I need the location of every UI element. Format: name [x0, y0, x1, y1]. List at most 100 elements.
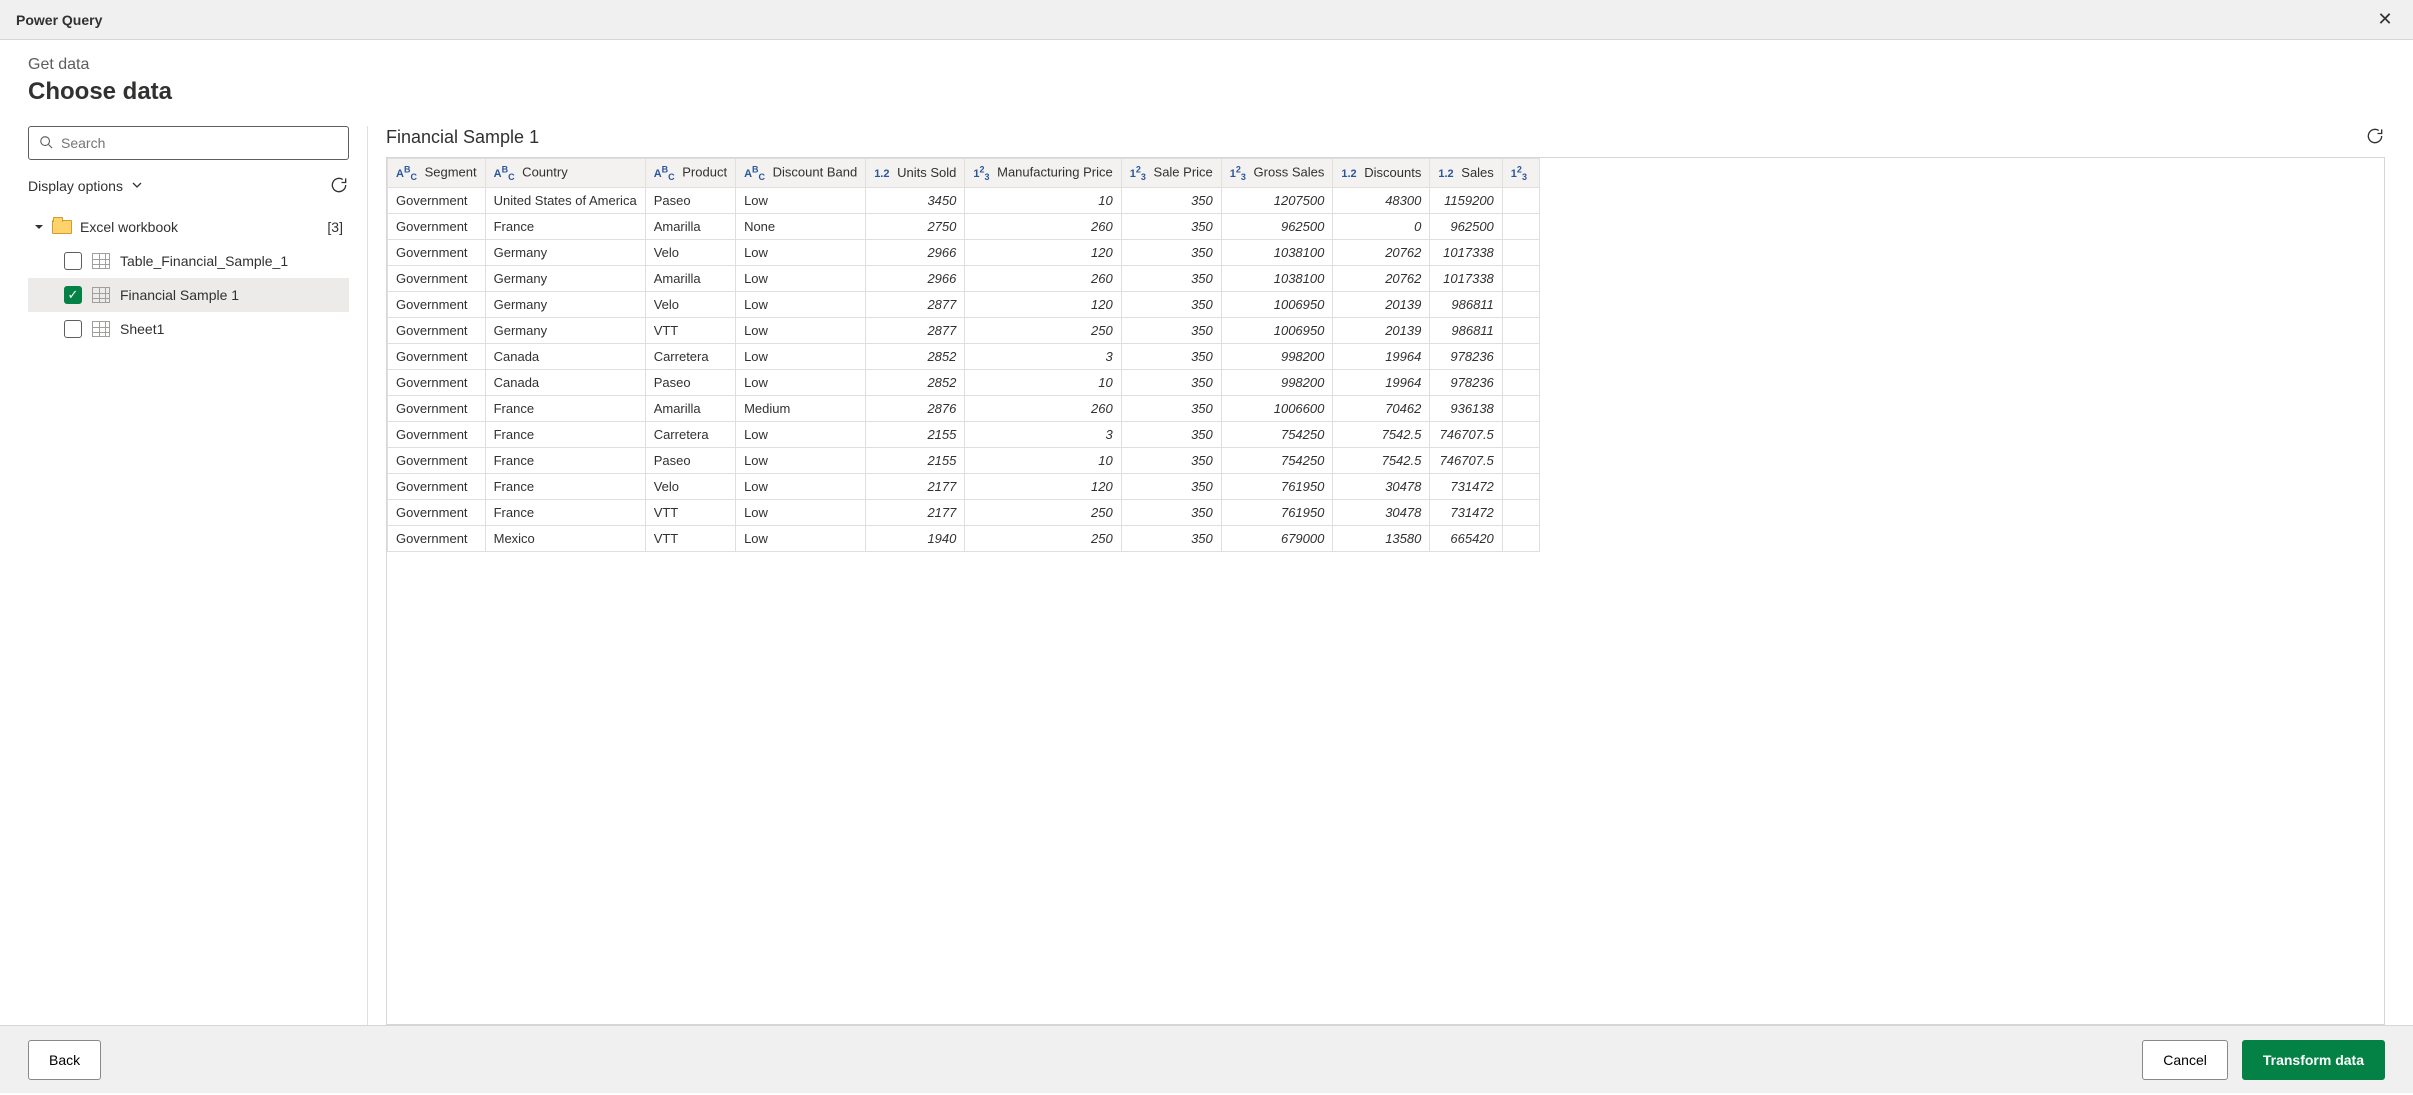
column-header[interactable]: 123 Sale Price	[1121, 159, 1221, 188]
table-cell: 1038100	[1221, 239, 1333, 265]
table-cell: 10	[965, 187, 1121, 213]
table-cell	[1502, 239, 1539, 265]
table-row[interactable]: GovernmentFranceVeloLow21771203507619503…	[388, 473, 1540, 499]
table-row[interactable]: GovernmentFranceVTTLow217725035076195030…	[388, 499, 1540, 525]
table-cell: 70462	[1333, 395, 1430, 421]
table-row[interactable]: GovernmentFranceAmarillaMedium2876260350…	[388, 395, 1540, 421]
caret-down-icon	[34, 219, 44, 235]
table-cell: 48300	[1333, 187, 1430, 213]
table-cell: Velo	[645, 473, 735, 499]
table-cell: Amarilla	[645, 213, 735, 239]
table-cell: 260	[965, 213, 1121, 239]
table-cell: Paseo	[645, 447, 735, 473]
table-cell: 20762	[1333, 265, 1430, 291]
tree-item[interactable]: Sheet1	[28, 312, 349, 346]
table-row[interactable]: GovernmentGermanyVeloLow2966120350103810…	[388, 239, 1540, 265]
preview-refresh-icon[interactable]	[2365, 126, 2385, 149]
back-button[interactable]: Back	[28, 1040, 101, 1080]
column-header[interactable]: 123 Gross Sales	[1221, 159, 1333, 188]
table-row[interactable]: GovernmentGermanyVeloLow2877120350100695…	[388, 291, 1540, 317]
table-cell: 120	[965, 473, 1121, 499]
table-cell: 2966	[866, 265, 965, 291]
table-cell: 350	[1121, 499, 1221, 525]
transform-data-button[interactable]: Transform data	[2242, 1040, 2385, 1080]
column-header[interactable]: 1.2 Sales	[1430, 159, 1502, 188]
table-cell: 1006600	[1221, 395, 1333, 421]
table-cell: 2852	[866, 343, 965, 369]
tree-item[interactable]: Table_Financial_Sample_1	[28, 244, 349, 278]
title-bar: Power Query ✕	[0, 0, 2413, 40]
table-cell: Carretera	[645, 421, 735, 447]
table-cell: 350	[1121, 421, 1221, 447]
data-preview-table-container[interactable]: ABC SegmentABC CountryABC ProductABC Dis…	[386, 157, 2385, 1025]
column-header[interactable]: 1.2 Units Sold	[866, 159, 965, 188]
tree-item[interactable]: ✓Financial Sample 1	[28, 278, 349, 312]
search-box[interactable]	[28, 126, 349, 160]
table-row[interactable]: GovernmentMexicoVTTLow194025035067900013…	[388, 525, 1540, 551]
checkbox[interactable]	[64, 252, 82, 270]
navigator-sidebar: Display options Excel w	[28, 126, 368, 1025]
table-cell: Government	[388, 187, 486, 213]
table-icon	[92, 287, 110, 303]
table-row[interactable]: GovernmentCanadaCarreteraLow285233509982…	[388, 343, 1540, 369]
table-cell: Germany	[485, 265, 645, 291]
table-cell: 250	[965, 525, 1121, 551]
table-cell: 120	[965, 291, 1121, 317]
table-cell: 679000	[1221, 525, 1333, 551]
table-row[interactable]: GovernmentFranceCarreteraLow215533507542…	[388, 421, 1540, 447]
table-row[interactable]: GovernmentGermanyAmarillaLow296626035010…	[388, 265, 1540, 291]
table-cell: 2155	[866, 421, 965, 447]
checkbox[interactable]	[64, 320, 82, 338]
table-cell: Amarilla	[645, 395, 735, 421]
table-row[interactable]: GovernmentGermanyVTTLow28772503501006950…	[388, 317, 1540, 343]
table-cell	[1502, 343, 1539, 369]
tree-folder-excel-workbook[interactable]: Excel workbook [3]	[28, 210, 349, 244]
table-cell: 1017338	[1430, 239, 1502, 265]
table-cell: 350	[1121, 473, 1221, 499]
table-cell: Low	[736, 317, 866, 343]
table-cell: Mexico	[485, 525, 645, 551]
table-icon	[92, 253, 110, 269]
table-row[interactable]: GovernmentUnited States of AmericaPaseoL…	[388, 187, 1540, 213]
table-cell: 350	[1121, 343, 1221, 369]
cancel-button[interactable]: Cancel	[2142, 1040, 2228, 1080]
close-icon[interactable]: ✕	[2373, 9, 2397, 30]
table-cell: 978236	[1430, 369, 1502, 395]
table-cell: 2877	[866, 291, 965, 317]
table-row[interactable]: GovernmentFrancePaseoLow2155103507542507…	[388, 447, 1540, 473]
table-cell: France	[485, 447, 645, 473]
column-header[interactable]: 123	[1502, 159, 1539, 188]
column-header[interactable]: ABC Segment	[388, 159, 486, 188]
table-cell: Germany	[485, 317, 645, 343]
checkbox[interactable]: ✓	[64, 286, 82, 304]
tree-folder-count: [3]	[327, 219, 349, 235]
column-header[interactable]: ABC Product	[645, 159, 735, 188]
folder-icon	[52, 220, 72, 234]
table-cell: Germany	[485, 291, 645, 317]
table-cell: 754250	[1221, 421, 1333, 447]
table-cell: 2852	[866, 369, 965, 395]
column-header[interactable]: 1.2 Discounts	[1333, 159, 1430, 188]
preview-pane: Financial Sample 1 ABC SegmentABC Countr…	[368, 126, 2385, 1025]
search-input[interactable]	[61, 135, 338, 151]
table-row[interactable]: GovernmentFranceAmarillaNone275026035096…	[388, 213, 1540, 239]
table-cell: Low	[736, 447, 866, 473]
refresh-icon[interactable]	[329, 175, 349, 198]
table-header-row: ABC SegmentABC CountryABC ProductABC Dis…	[388, 159, 1540, 188]
table-cell: 2750	[866, 213, 965, 239]
table-cell: Carretera	[645, 343, 735, 369]
display-options-dropdown[interactable]: Display options	[28, 178, 143, 194]
table-cell: 19964	[1333, 369, 1430, 395]
table-cell: Low	[736, 473, 866, 499]
column-header[interactable]: ABC Country	[485, 159, 645, 188]
table-cell: VTT	[645, 525, 735, 551]
table-cell: 250	[965, 317, 1121, 343]
table-cell	[1502, 187, 1539, 213]
table-cell: 30478	[1333, 499, 1430, 525]
table-row[interactable]: GovernmentCanadaPaseoLow2852103509982001…	[388, 369, 1540, 395]
column-header[interactable]: 123 Manufacturing Price	[965, 159, 1121, 188]
table-cell: 350	[1121, 525, 1221, 551]
table-cell: VTT	[645, 317, 735, 343]
table-cell: 731472	[1430, 499, 1502, 525]
column-header[interactable]: ABC Discount Band	[736, 159, 866, 188]
